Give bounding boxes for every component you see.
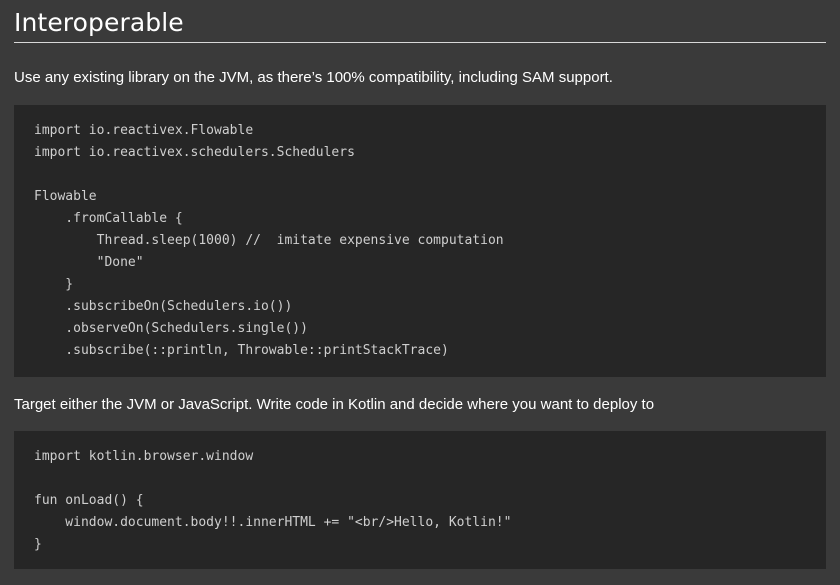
code-line: fun onLoad() {: [34, 493, 144, 508]
code-line: "Done": [34, 255, 144, 270]
code-line: import kotlin.browser.window: [34, 449, 254, 464]
code-line: Flowable: [34, 189, 97, 204]
code-block-flowable[interactable]: import io.reactivex.Flowable import io.r…: [14, 105, 826, 377]
intro-paragraph: Use any existing library on the JVM, as …: [14, 69, 613, 86]
interoperable-section: Interoperable Use any existing library o…: [14, 0, 826, 569]
code-line: window.document.body!!.innerHTML += "<br…: [34, 515, 512, 530]
code-line: .fromCallable {: [34, 211, 183, 226]
code-line: .observeOn(Schedulers.single()): [34, 321, 308, 336]
title-divider: [14, 42, 826, 43]
code-line: .subscribeOn(Schedulers.io()): [34, 299, 293, 314]
code-line: .subscribe(::println, Throwable::printSt…: [34, 343, 449, 358]
target-paragraph: Target either the JVM or JavaScript. Wri…: [14, 396, 655, 413]
code-line: import io.reactivex.Flowable: [34, 123, 254, 138]
section-title: Interoperable: [14, 8, 184, 37]
code-line: Thread.sleep(1000) // imitate expensive …: [34, 233, 504, 248]
code-line: }: [34, 537, 42, 552]
code-line: }: [34, 277, 74, 292]
code-block-browser[interactable]: import kotlin.browser.window fun onLoad(…: [14, 431, 826, 569]
code-line: import io.reactivex.schedulers.Scheduler…: [34, 145, 355, 160]
